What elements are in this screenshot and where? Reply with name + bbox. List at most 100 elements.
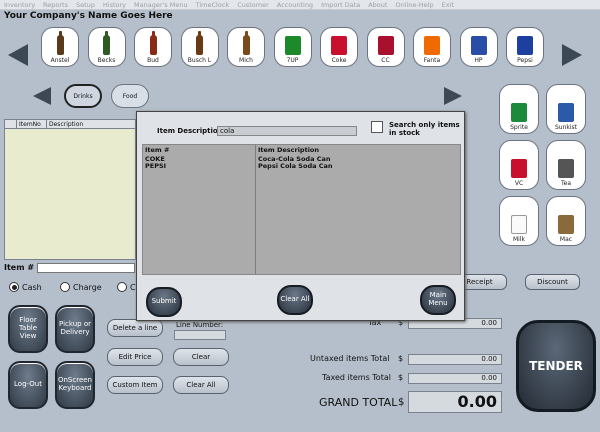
product-coke[interactable]: Coke	[320, 27, 358, 67]
menu-item[interactable]: About	[368, 1, 387, 9]
menu-item[interactable]: TimeClock	[196, 1, 230, 9]
product-mac[interactable]: Mac	[546, 196, 586, 246]
result-desc-2[interactable]: Pepsi Cola Soda Can	[258, 162, 333, 170]
col-itemno: ItemNo	[17, 120, 47, 128]
floor-table-view-button[interactable]: Floor Table View	[8, 305, 48, 353]
category-food[interactable]: Food	[111, 84, 149, 108]
line-number-input[interactable]	[174, 330, 226, 340]
menu-item[interactable]: Online-Help	[395, 1, 433, 9]
product-cc[interactable]: CC	[366, 27, 405, 67]
product-busch-l[interactable]: Busch L	[180, 27, 219, 67]
onscreen-keyboard-button[interactable]: OnScreen Keyboard	[55, 361, 95, 409]
company-name: Your Company's Name Goes Here	[4, 11, 173, 21]
next-products-arrow-icon[interactable]	[562, 44, 582, 66]
soda-can-icon	[469, 33, 489, 55]
milk-glass-icon	[509, 212, 529, 234]
beer-bottle-icon	[236, 31, 256, 55]
menu-item[interactable]: Setup	[76, 1, 95, 9]
product-label: Anstel	[50, 57, 70, 64]
taxed-currency: $	[398, 373, 404, 382]
col-item-description: Item Description	[258, 146, 320, 154]
in-stock-label: Search only items in stock	[389, 121, 460, 138]
7up-logo-icon	[283, 33, 303, 55]
product-sunkist[interactable]: Sunkist	[546, 84, 586, 134]
prev-products-arrow-icon[interactable]	[8, 44, 28, 66]
grand-currency: $	[398, 397, 405, 408]
product-anstel[interactable]: Anstel	[41, 27, 79, 67]
in-stock-checkbox[interactable]	[371, 121, 383, 133]
log-out-button[interactable]: Log-Out	[8, 361, 48, 409]
item-number-input[interactable]	[37, 263, 135, 273]
dialog-clear-all-button[interactable]: Clear All	[277, 285, 313, 315]
menu-item[interactable]: Import Data	[321, 1, 360, 9]
order-list[interactable]: ItemNo Description	[4, 119, 136, 260]
radio-cash[interactable]: Cash	[9, 282, 42, 292]
product-sprite[interactable]: Sprite	[499, 84, 539, 134]
next-categories-arrow-icon[interactable]	[444, 87, 462, 105]
prev-categories-arrow-icon[interactable]	[33, 87, 51, 105]
radio-third[interactable]: C	[117, 282, 136, 292]
product-label: CC	[381, 57, 390, 64]
tea-cup-icon	[556, 156, 576, 178]
product-label: HP	[474, 57, 483, 64]
product-label: Milk	[513, 236, 525, 243]
product-hp[interactable]: HP	[459, 27, 498, 67]
menu-item[interactable]: Reports	[43, 1, 68, 9]
clear-all-button[interactable]: Clear All	[173, 376, 229, 394]
product-7up[interactable]: 7UP	[273, 27, 312, 67]
category-drinks[interactable]: Drinks	[64, 84, 102, 108]
search-input[interactable]: cola	[217, 126, 357, 136]
coke-can-icon	[329, 33, 349, 55]
product-fanta[interactable]: Fanta	[413, 27, 451, 67]
beer-bottle-icon	[143, 31, 163, 55]
col-description: Description	[49, 121, 84, 128]
product-tea[interactable]: Tea	[546, 140, 586, 190]
untaxed-currency: $	[398, 354, 404, 363]
beer-bottle-icon	[97, 31, 117, 55]
main-menu-button[interactable]: Main Menu	[420, 285, 456, 315]
product-label: Pepsi	[517, 57, 533, 64]
tender-button[interactable]: TENDER	[516, 320, 596, 412]
menu-bar: Inventory Reports Setup History Manager's Me…	[0, 0, 600, 10]
product-bud[interactable]: Bud	[134, 27, 172, 67]
discount-button[interactable]: Discount	[525, 274, 580, 290]
clear-button[interactable]: Clear	[173, 348, 229, 366]
menu-item[interactable]: Accounting	[277, 1, 313, 9]
menu-item[interactable]: Customer	[237, 1, 269, 9]
edit-price-button[interactable]: Edit Price	[107, 348, 163, 366]
product-milk[interactable]: Milk	[499, 196, 539, 246]
coffee-cup-icon	[556, 212, 576, 234]
grand-total-label: GRAND TOTAL	[319, 396, 398, 409]
item-search-dialog: Item Description cola Search only items …	[136, 111, 465, 321]
untaxed-total-value: 0.00	[408, 354, 502, 365]
menu-item[interactable]: Inventory	[4, 1, 35, 9]
taxed-total-value: 0.00	[408, 373, 502, 384]
product-becks[interactable]: Becks	[87, 27, 126, 67]
pickup-delivery-button[interactable]: Pickup or Delivery	[55, 305, 95, 353]
menu-item[interactable]: Manager's Menu	[134, 1, 188, 9]
vc-can-icon	[509, 156, 529, 178]
product-label: Coke	[331, 57, 347, 64]
radio-charge[interactable]: Charge	[60, 282, 102, 292]
menu-item[interactable]: Exit	[442, 1, 454, 9]
delete-line-button[interactable]: Delete a line	[107, 319, 163, 337]
product-label: Bud	[147, 57, 159, 64]
result-item-2[interactable]: PEPSI	[145, 162, 166, 170]
results-list[interactable]: Item # Item Description COKE Coca-Cola S…	[142, 144, 461, 275]
col-item-number: Item #	[145, 146, 170, 154]
product-vc[interactable]: VC	[499, 140, 539, 190]
product-mich[interactable]: Mich	[227, 27, 265, 67]
grand-total-value: 0.00	[408, 391, 502, 413]
submit-button[interactable]: Submit	[146, 287, 182, 317]
sunkist-logo-icon	[556, 100, 576, 122]
custom-item-button[interactable]: Custom Item	[107, 376, 163, 394]
product-label: Mac	[559, 236, 573, 243]
product-label: Sunkist	[554, 124, 578, 131]
product-label: Mich	[239, 57, 253, 64]
menu-item[interactable]: History	[103, 1, 126, 9]
product-label: Becks	[97, 57, 116, 64]
search-label: Item Description	[157, 127, 223, 135]
coke-can-icon	[376, 33, 396, 55]
product-pepsi[interactable]: Pepsi	[506, 27, 544, 67]
line-number-label: Line Number:	[176, 321, 224, 329]
